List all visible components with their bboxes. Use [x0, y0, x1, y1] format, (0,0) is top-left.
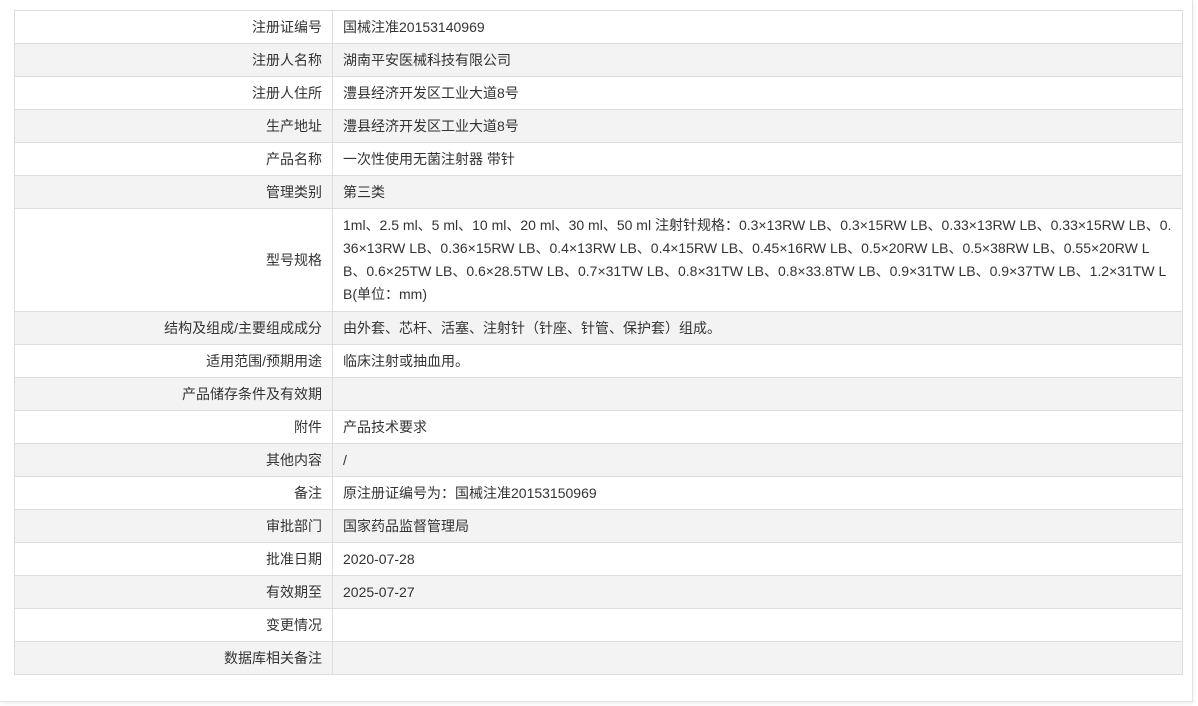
field-value: 国家药品监督管理局	[332, 509, 1183, 543]
field-label: 附件	[14, 410, 333, 444]
field-value: 原注册证编号为：国械注准20153150969	[332, 476, 1183, 510]
row-storage-conditions: 产品储存条件及有效期	[14, 377, 1183, 411]
field-value: 临床注射或抽血用。	[332, 344, 1183, 378]
field-value: 2025-07-27	[332, 575, 1183, 609]
row-product-name: 产品名称 一次性使用无菌注射器 带针	[14, 142, 1183, 176]
field-label: 批准日期	[14, 542, 333, 576]
field-value: 产品技术要求	[332, 410, 1183, 444]
field-label: 其他内容	[14, 443, 333, 477]
field-label: 备注	[14, 476, 333, 510]
field-value: 澧县经济开发区工业大道8号	[332, 109, 1183, 143]
field-label: 变更情况	[14, 608, 333, 642]
field-label: 生产地址	[14, 109, 333, 143]
field-value: 第三类	[332, 175, 1183, 209]
field-label: 数据库相关备注	[14, 641, 333, 675]
field-label: 结构及组成/主要组成成分	[14, 311, 333, 345]
field-label: 审批部门	[14, 509, 333, 543]
field-value: 一次性使用无菌注射器 带针	[332, 142, 1183, 176]
field-label: 适用范围/预期用途	[14, 344, 333, 378]
field-value	[332, 377, 1183, 411]
field-value: 2020-07-28	[332, 542, 1183, 576]
row-database-notes: 数据库相关备注	[14, 641, 1183, 675]
field-label: 产品储存条件及有效期	[14, 377, 333, 411]
row-registration-number: 注册证编号 国械注准20153140969	[14, 10, 1183, 44]
field-value: 由外套、芯杆、活塞、注射针（针座、针管、保护套）组成。	[332, 311, 1183, 345]
row-remarks: 备注 原注册证编号为：国械注准20153150969	[14, 476, 1183, 510]
row-management-category: 管理类别 第三类	[14, 175, 1183, 209]
row-registrant-address: 注册人住所 澧县经济开发区工业大道8号	[14, 76, 1183, 110]
field-label: 管理类别	[14, 175, 333, 209]
field-value: 国械注准20153140969	[332, 10, 1183, 44]
field-value	[332, 641, 1183, 675]
field-value: 澧县经济开发区工业大道8号	[332, 76, 1183, 110]
row-attachments: 附件 产品技术要求	[14, 410, 1183, 444]
row-approval-date: 批准日期 2020-07-28	[14, 542, 1183, 576]
field-label: 注册证编号	[14, 10, 333, 44]
row-valid-until: 有效期至 2025-07-27	[14, 575, 1183, 609]
row-scope-intended-use: 适用范围/预期用途 临床注射或抽血用。	[14, 344, 1183, 378]
field-label: 产品名称	[14, 142, 333, 176]
row-other-content: 其他内容 /	[14, 443, 1183, 477]
field-value: 湖南平安医械科技有限公司	[332, 43, 1183, 77]
field-value	[332, 608, 1183, 642]
row-change-history: 变更情况	[14, 608, 1183, 642]
row-approval-department: 审批部门 国家药品监督管理局	[14, 509, 1183, 543]
field-label: 注册人住所	[14, 76, 333, 110]
field-value: 1ml、2.5 ml、5 ml、10 ml、20 ml、30 ml、50 ml …	[332, 208, 1183, 312]
field-value: /	[332, 443, 1183, 477]
registration-detail-table: 注册证编号 国械注准20153140969 注册人名称 湖南平安医械科技有限公司…	[14, 10, 1183, 675]
field-label: 有效期至	[14, 575, 333, 609]
row-model-specification: 型号规格 1ml、2.5 ml、5 ml、10 ml、20 ml、30 ml、5…	[14, 208, 1183, 312]
field-label: 注册人名称	[14, 43, 333, 77]
row-production-address: 生产地址 澧县经济开发区工业大道8号	[14, 109, 1183, 143]
row-structure-composition: 结构及组成/主要组成成分 由外套、芯杆、活塞、注射针（针座、针管、保护套）组成。	[14, 311, 1183, 345]
field-label: 型号规格	[14, 208, 333, 312]
row-registrant-name: 注册人名称 湖南平安医械科技有限公司	[14, 43, 1183, 77]
